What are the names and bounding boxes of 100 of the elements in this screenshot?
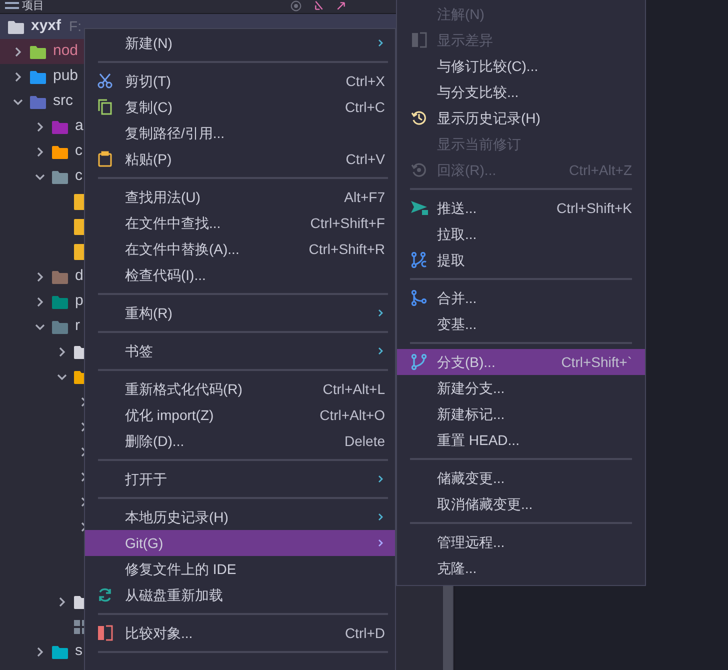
scrollbar[interactable] [443,586,453,670]
shortcut-label: Alt+F7 [344,188,385,206]
menu-item-label: 管理远程... [437,532,506,552]
menu-item[interactable]: 复制路径/引用... [85,120,395,146]
menu-item-label: 优化 import(Z) [125,406,215,425]
menu-item[interactable]: 检查代码(I)... [85,262,395,288]
menu-item[interactable]: 优化 import(Z) Ctrl+Alt+O [85,402,395,428]
menu-item[interactable]: 查找用法(U) Alt+F7 [85,184,395,210]
menu-item[interactable]: 剪切(T) Ctrl+X [85,68,395,94]
menu-item[interactable]: 本地历史记录(H) [85,504,395,530]
menu-item[interactable]: 推送... Ctrl+Shift+K [397,195,645,221]
tree-item-label[interactable]: nod [53,40,78,63]
menu-item-label: 查找用法(U) [125,188,202,207]
menu-item[interactable]: 管理远程... [397,529,645,555]
target-icon[interactable] [290,0,302,12]
shortcut-label: Ctrl+Alt+O [320,406,385,424]
history-icon [411,110,427,126]
shortcut-label: Ctrl+Shift+R [308,240,385,258]
rollback-icon [411,162,427,178]
menu-item-label: 合并... [437,288,478,308]
tree-item-label[interactable]: r [75,315,80,338]
menu-item[interactable]: 新建分支... [397,375,645,401]
menu-item-label: 分支(B)... [437,352,496,372]
shortcut-label: Ctrl+Alt+L [322,380,385,398]
menu-item[interactable]: Git(G) [85,530,395,556]
menu-item[interactable]: 克隆... [397,555,645,581]
menu-item-label: 删除(D)... [125,432,186,451]
menu-item-label: 克隆... [437,558,478,578]
tree-item-label[interactable]: c [75,165,82,188]
menu-item-label: 粘贴(P) [125,150,173,169]
menu-item[interactable]: 比较对象... Ctrl+D [85,620,395,646]
shortcut-label: Ctrl+C [344,98,385,116]
tree-item-label[interactable]: src [53,90,73,113]
menu-item-label: 与修订比较(C)... [437,56,540,76]
menu-item[interactable]: 与修订比较(C)... [397,53,645,79]
menu-item-label: 变基... [437,314,478,334]
menu-item[interactable]: 重新格式化代码(R) Ctrl+Alt+L [85,376,395,402]
menu-item-label: 新建分支... [437,378,506,398]
menu-item[interactable]: 显示历史记录(H) [397,105,645,131]
menu-item[interactable]: 书签 [85,338,395,364]
menu-item-label: 重新格式化代码(R) [125,380,244,399]
menu-item[interactable]: 拉取... [397,221,645,247]
send-icon [411,200,429,216]
tree-item-label[interactable]: d [75,265,84,288]
menu-item[interactable]: 打开于 [85,466,395,492]
menu-item-label: 显示历史记录(H) [437,108,542,128]
menu-item[interactable]: 重构(R) [85,300,395,326]
menu-item[interactable]: 分支(B)... Ctrl+Shift+` [397,349,645,375]
menu-item[interactable]: 取消储藏变更... [397,491,645,517]
menu-item-label: 书签 [125,342,154,360]
compare-icon [97,625,113,641]
clipboard-icon [97,151,113,167]
menu-item[interactable]: 修复文件上的 IDE [85,556,395,582]
panel-title: 项目 [22,0,44,13]
menu-item-label: 提取 [437,250,466,270]
menu-item-label: 检查代码(I)... [125,266,207,285]
menu-item[interactable]: 删除(D)... Delete [85,428,395,454]
shortcut-label: Ctrl+X [346,72,385,90]
shortcut-label: Ctrl+V [346,150,385,168]
branch-icon [411,252,427,268]
copy-icon [97,99,113,115]
tree-item-label[interactable]: c [75,140,82,163]
shortcut-label: Ctrl+D [344,624,385,642]
menu-item-label: 打开于 [125,470,168,488]
shortcut-label: Delete [344,432,385,450]
menu-item[interactable]: 在文件中替换(A)... Ctrl+Shift+R [85,236,395,262]
menu-item[interactable]: 合并... [397,285,645,311]
collapse-icon[interactable] [314,0,324,12]
menu-item-label: 修复文件上的 IDE [125,560,238,578]
menu-item-label: 重构(R) [125,304,174,323]
menu-item[interactable]: 新建标记... [397,401,645,427]
menu-item[interactable]: 复制(C) Ctrl+C [85,94,395,120]
tree-item-label[interactable]: a [75,115,84,138]
list-icon [4,2,20,10]
scissors-icon [97,73,113,89]
merge-icon [411,290,427,306]
menu-item-label: Git(G) [125,534,164,553]
compare-icon [411,32,427,48]
menu-item[interactable]: 与分支比较... [397,79,645,105]
expand-icon[interactable] [336,0,346,12]
shortcut-label: Ctrl+Shift+F [310,214,385,232]
menu-item-label: 在文件中查找... [125,214,222,232]
menu-item-label: 推送... [437,198,478,218]
menu-item[interactable]: 重置 HEAD... [397,427,645,453]
tree-item-label[interactable]: s [75,640,82,663]
tree-item-label[interactable]: xyxf [31,15,62,38]
menu-item[interactable]: 从磁盘重新加载 [85,582,395,608]
menu-item[interactable]: 粘贴(P) Ctrl+V [85,146,395,172]
tree-item-label[interactable]: pub [53,65,78,88]
menu-item[interactable]: 变基... [397,311,645,337]
menu-item-label: 与分支比较... [437,82,520,102]
menu-item[interactable]: 储藏变更... [397,465,645,491]
tree-item-label[interactable]: p [75,290,84,313]
branch-icon [411,354,427,370]
shortcut-label: Ctrl+Shift+K [556,198,632,218]
menu-item-label: 在文件中替换(A)... [125,240,240,259]
menu-item-label: 拉取... [437,224,478,244]
menu-item[interactable]: 提取 [397,247,645,273]
menu-item-label: 复制路径/引用... [125,124,226,142]
menu-item[interactable]: 在文件中查找... Ctrl+Shift+F [85,210,395,236]
